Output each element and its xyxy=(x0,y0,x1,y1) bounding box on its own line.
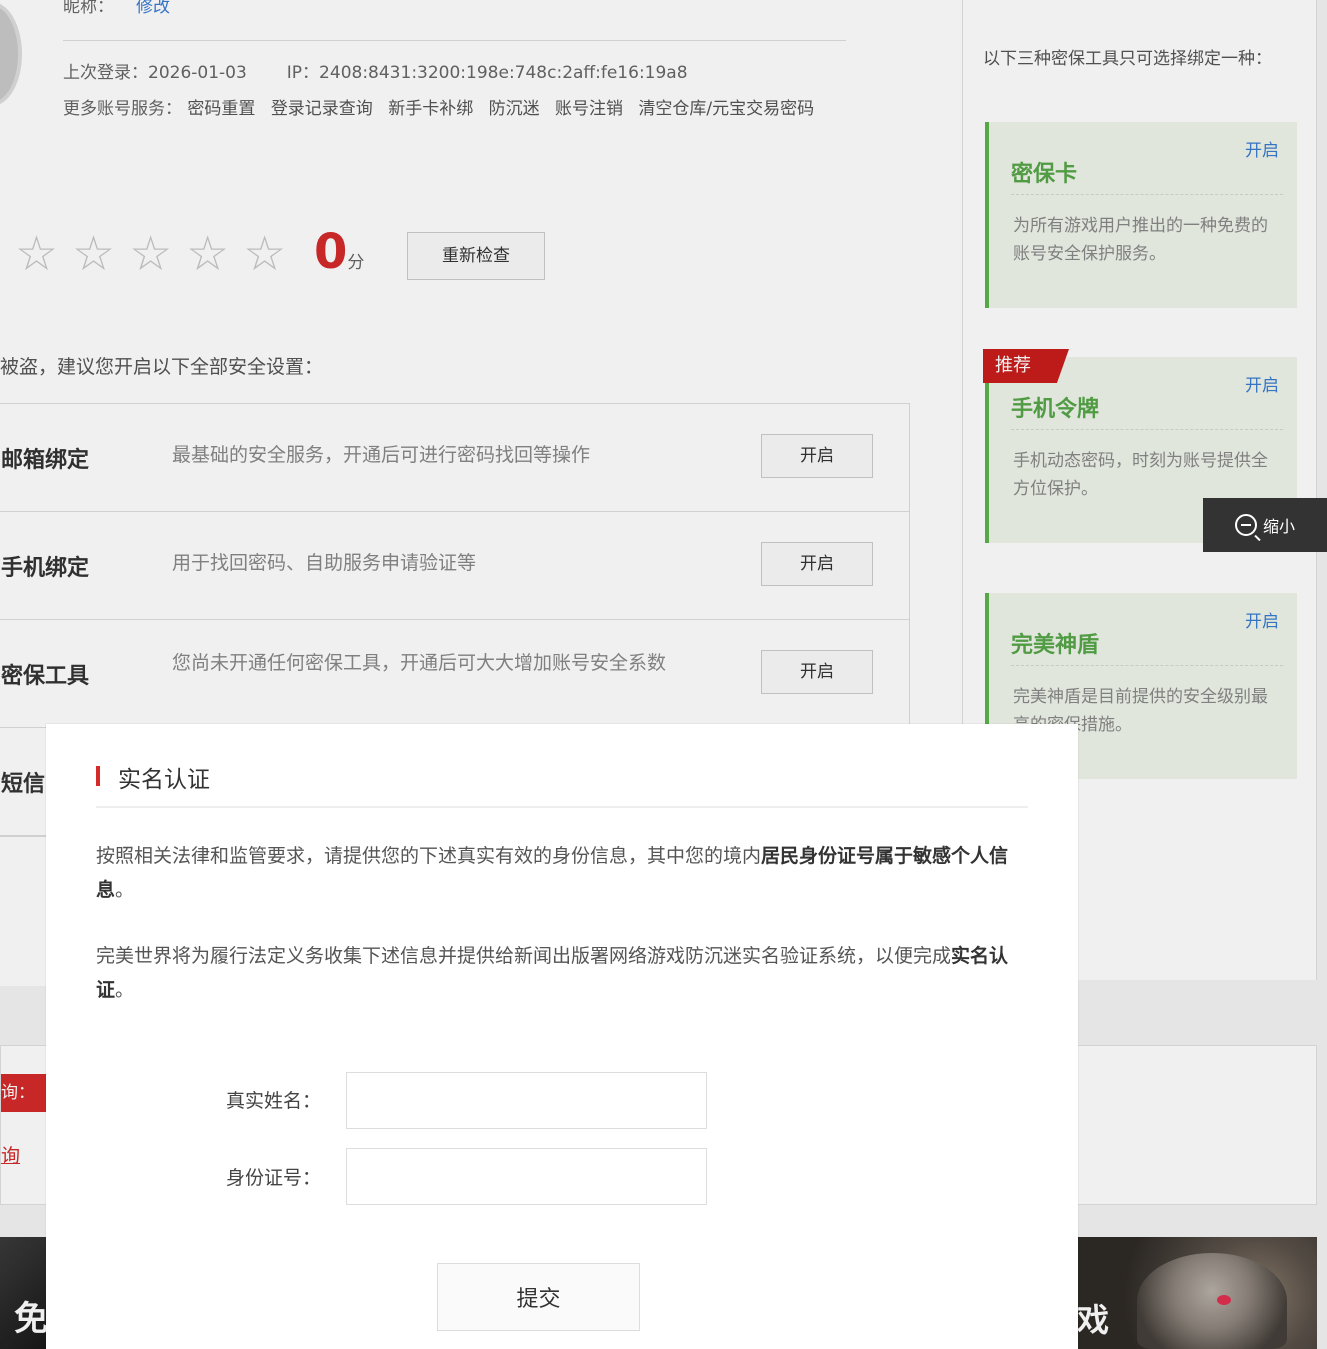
security-row-tools: 密保工具 您尚未开通任何密保工具，开通后可大大增加账号安全系数 开启 xyxy=(0,620,909,728)
dialog-header: 实名认证 xyxy=(96,760,1028,808)
recheck-button[interactable]: 重新检查 xyxy=(407,232,545,280)
enable-email-button[interactable]: 开启 xyxy=(761,434,873,478)
divider xyxy=(1011,194,1283,195)
service-link-clear-warehouse[interactable]: 清空仓库/元宝交易密码 xyxy=(638,99,814,119)
notice-text: 按照相关法律和监管要求，请提供您的下述真实有效的身份信息，其中您的境内 xyxy=(96,845,762,867)
service-link-login-history[interactable]: 登录记录查询 xyxy=(271,99,373,119)
security-row-phone: 手机绑定 用于找回密码、自助服务申请验证等 开启 xyxy=(0,512,909,620)
security-row-title: 密保工具 xyxy=(1,664,90,689)
last-login: 上次登录：2026-01-03 xyxy=(63,63,247,83)
open-shield-link[interactable]: 开启 xyxy=(1245,607,1279,632)
score-value: 0 xyxy=(314,224,348,280)
open-security-card-link[interactable]: 开启 xyxy=(1245,136,1279,161)
id-number-label: 身份证号： xyxy=(226,1167,322,1189)
promo-banner-right[interactable]: 戏 xyxy=(1077,1237,1317,1349)
divider xyxy=(63,40,846,41)
zoom-out-button[interactable]: 缩小 xyxy=(1203,498,1327,552)
purpose-paragraph: 完美世界将为履行法定义务收集下述信息并提供给新闻出版署网络游戏防沉迷实名验证系统… xyxy=(96,939,1026,1007)
tools-heading: 以下三种密保工具只可选择绑定一种： xyxy=(983,49,1272,69)
service-link-anti-addiction[interactable]: 防沉迷 xyxy=(489,99,540,119)
ip-address: IP：2408:8431:3200:198e:748c:2aff:fe16:19… xyxy=(286,63,688,83)
star-icon: ☆ xyxy=(15,226,59,282)
tool-card-security-card: 开启 密保卡 为所有游戏用户推出的一种免费的账号安全保护服务。 xyxy=(985,122,1297,308)
tool-name: 手机令牌 xyxy=(1011,397,1100,422)
purpose-end: 。 xyxy=(115,979,135,1001)
star-icon: ☆ xyxy=(243,226,287,282)
divider xyxy=(1011,429,1283,430)
profile-panel: 昵称： 修改 上次登录：2026-01-03 IP：2408:8431:3200:1… xyxy=(0,0,962,166)
open-phone-token-link[interactable]: 开启 xyxy=(1245,371,1279,396)
tool-desc: 手机动态密码，时刻为账号提供全方位保护。 xyxy=(1013,451,1268,499)
login-info: 上次登录：2026-01-03 IP：2408:8431:3200:198e:74… xyxy=(63,58,688,83)
score-unit: 分 xyxy=(347,253,365,273)
real-name-verification-dialog: 实名认证 按照相关法律和监管要求，请提供您的下述真实有效的身份信息，其中您的境内… xyxy=(46,724,1078,1349)
character-eye xyxy=(1217,1295,1231,1305)
security-score: 0分 xyxy=(314,224,364,280)
tool-desc: 为所有游戏用户推出的一种免费的账号安全保护服务。 xyxy=(1013,216,1268,264)
service-link-account-cancel[interactable]: 账号注销 xyxy=(555,99,623,119)
submit-button[interactable]: 提交 xyxy=(437,1263,640,1331)
id-number-input[interactable] xyxy=(346,1148,707,1205)
more-services: 更多账号服务： 密码重置 登录记录查询 新手卡补绑 防沉迷 账号注销 清空仓库/… xyxy=(63,92,853,126)
security-row-title: 邮箱绑定 xyxy=(1,448,90,473)
star-icon: ☆ xyxy=(186,226,230,282)
dialog-title: 实名认证 xyxy=(118,767,210,793)
real-name-input[interactable] xyxy=(346,1072,707,1129)
service-link-password-reset[interactable]: 密码重置 xyxy=(187,99,255,119)
edit-nickname-link[interactable]: 修改 xyxy=(136,0,170,17)
purpose-text: 完美世界将为履行法定义务收集下述信息并提供给新闻出版署网络游戏防沉迷实名验证系统… xyxy=(96,945,952,967)
nickname-row: 昵称： 修改 xyxy=(63,0,170,17)
security-row-desc: 用于找回密码、自助服务申请验证等 xyxy=(172,552,477,574)
tool-name: 完美神盾 xyxy=(1011,633,1100,658)
services-label: 更多账号服务： xyxy=(63,99,182,119)
star-icon: ☆ xyxy=(72,226,116,282)
security-stars: ☆ ☆ ☆ ☆ ☆ xyxy=(15,230,286,278)
game-character-image xyxy=(1137,1253,1287,1349)
query-link[interactable]: 询 xyxy=(1,1141,20,1168)
legal-notice-paragraph: 按照相关法律和监管要求，请提供您的下述真实有效的身份信息，其中您的境内居民身份证… xyxy=(96,839,1026,907)
title-accent-bar xyxy=(96,766,100,786)
tool-name: 密保卡 xyxy=(1011,162,1078,187)
recommend-badge: 推荐 xyxy=(983,349,1069,383)
security-row-title: 短信 xyxy=(1,772,46,797)
nickname-label: 昵称： xyxy=(63,0,114,17)
security-row-desc: 您尚未开通任何密保工具，开通后可大大增加账号安全系数 xyxy=(172,652,667,674)
real-name-label: 真实姓名： xyxy=(226,1090,322,1112)
query-tag: 询： xyxy=(1,1074,47,1112)
avatar xyxy=(0,2,22,106)
zoom-out-icon xyxy=(1234,514,1257,536)
security-row-email: 邮箱绑定 最基础的安全服务，开通后可进行密码找回等操作 开启 xyxy=(0,404,909,512)
banner-text: 免 xyxy=(14,1299,48,1339)
notice-end: 。 xyxy=(115,879,135,901)
security-row-desc: 最基础的安全服务，开通后可进行密码找回等操作 xyxy=(172,444,591,466)
divider xyxy=(1011,665,1283,666)
security-advice: 被盗，建议您开启以下全部安全设置： xyxy=(0,356,324,378)
star-icon: ☆ xyxy=(129,226,173,282)
enable-tools-button[interactable]: 开启 xyxy=(761,650,873,694)
banner-text: 戏 xyxy=(1077,1301,1110,1339)
service-link-newbie-card[interactable]: 新手卡补绑 xyxy=(388,99,473,119)
security-row-title: 手机绑定 xyxy=(1,556,90,581)
zoom-out-label: 缩小 xyxy=(1262,517,1295,536)
promo-banner-left[interactable]: 免 xyxy=(0,1237,50,1349)
enable-phone-button[interactable]: 开启 xyxy=(761,542,873,586)
